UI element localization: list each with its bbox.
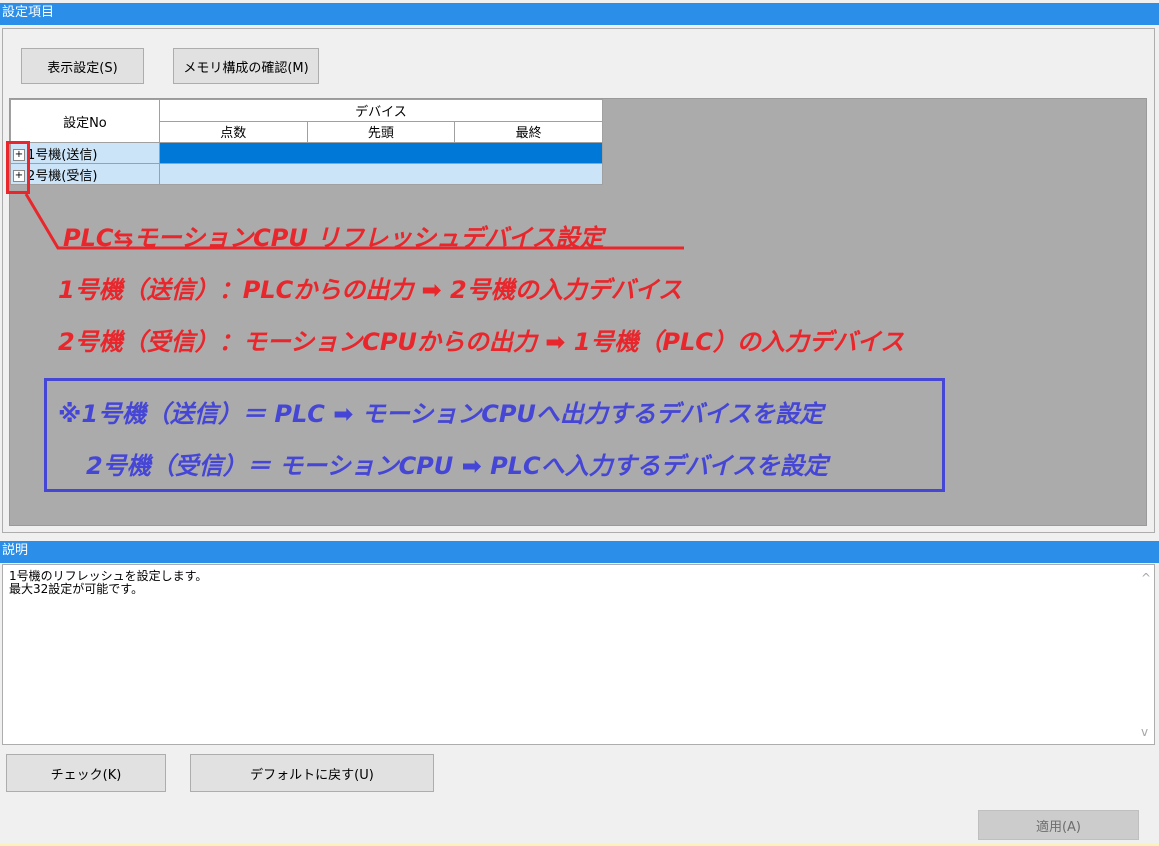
table-row[interactable]: +1号機(送信) [10, 142, 604, 164]
restore-default-button[interactable]: デフォルトに戻す(U) [190, 754, 434, 792]
col-end: 最終 [454, 120, 603, 143]
table-row[interactable]: +2号機(受信) [10, 163, 604, 185]
row-cells-selected[interactable] [158, 142, 604, 164]
col-device: デバイス [158, 99, 604, 122]
apply-button[interactable]: 適用(A) [978, 810, 1139, 840]
row-label[interactable]: +2号機(受信) [10, 163, 160, 185]
col-start: 先頭 [306, 120, 456, 143]
col-points: 点数 [158, 120, 308, 143]
description-box: 1号機のリフレッシュを設定します。 最大32設定が可能です。 ^ v [2, 564, 1155, 745]
description-scrollbar[interactable]: ^ v [1136, 565, 1154, 744]
annotation-note2: 2号機（受信）＝ モーションCPU ➡ PLCへ入力するデバイスを設定 [86, 452, 828, 480]
scroll-up-icon[interactable]: ^ [1141, 571, 1151, 585]
expand-highlight-box [6, 141, 30, 194]
row-label-text: 1号機(送信) [27, 147, 98, 163]
display-settings-button[interactable]: 表示設定(S) [21, 48, 144, 84]
annotation-note1: ※1号機（送信）＝ PLC ➡ モーションCPUへ出力するデバイスを設定 [58, 400, 824, 428]
settings-section-title: 設定項目 [0, 3, 1159, 25]
row-label-text: 2号機(受信) [27, 168, 98, 184]
annotation-heading: PLC⇆モーションCPU リフレッシュデバイス設定 [63, 224, 604, 252]
scroll-down-icon[interactable]: v [1141, 725, 1148, 739]
device-table: 設定No デバイス 点数 先頭 最終 +1号機(送信) +2号機(受信) [10, 99, 604, 185]
annotation-line1: 1号機（送信）：PLCからの出力 ➡ 2号機の入力デバイス [58, 276, 682, 304]
col-setting-no: 設定No [10, 99, 160, 143]
description-section-title: 説明 [0, 541, 1159, 563]
memory-config-button[interactable]: メモリ構成の確認(M) [173, 48, 319, 84]
check-button[interactable]: チェック(K) [6, 754, 166, 792]
row-label[interactable]: +1号機(送信) [10, 142, 160, 164]
row-cells[interactable] [158, 163, 604, 185]
description-text: 1号機のリフレッシュを設定します。 最大32設定が可能です。 [9, 569, 208, 596]
annotation-line2: 2号機（受信）：モーションCPUからの出力 ➡ 1号機（PLC）の入力デバイス [58, 328, 905, 356]
